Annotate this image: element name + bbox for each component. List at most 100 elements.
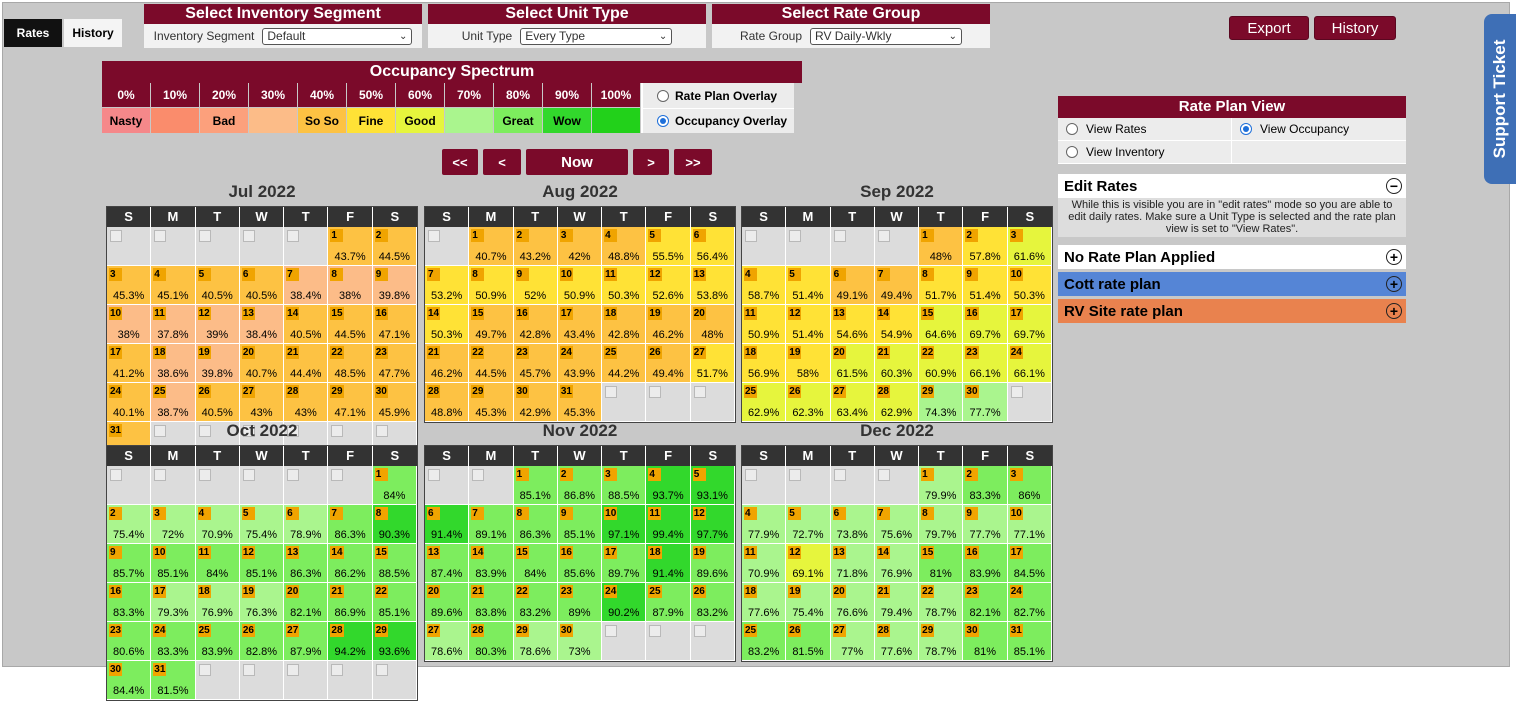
calendar-day[interactable]: 20 76.6%: [830, 583, 875, 622]
calendar-day[interactable]: 16 83.9%: [963, 544, 1008, 583]
calendar-day[interactable]: 16 83.3%: [107, 583, 152, 622]
calendar-day[interactable]: 19 75.4%: [786, 583, 831, 622]
calendar-day[interactable]: 23 66.1%: [963, 344, 1008, 383]
calendar-day[interactable]: 12 69.1%: [786, 544, 831, 583]
calendar-day[interactable]: 26 83.2%: [690, 583, 735, 622]
calendar-day[interactable]: 14 83.9%: [469, 544, 514, 583]
calendar-day[interactable]: 2 57.8%: [963, 227, 1008, 266]
calendar-day[interactable]: 21 60.3%: [874, 344, 920, 383]
calendar-day[interactable]: 21 79.4%: [874, 583, 920, 622]
calendar-day[interactable]: 15 44.5%: [328, 305, 373, 344]
calendar-day[interactable]: 19 76.3%: [239, 583, 285, 622]
calendar-day[interactable]: 15 88.5%: [372, 544, 417, 583]
calendar-day[interactable]: 26 62.3%: [786, 383, 831, 422]
calendar-day[interactable]: 31 45.3%: [557, 383, 603, 422]
plus-circle-icon[interactable]: +: [1386, 249, 1402, 265]
minus-circle-icon[interactable]: −: [1386, 178, 1402, 194]
calendar-day[interactable]: 24 43.9%: [557, 344, 603, 383]
calendar-day[interactable]: 27 78.6%: [425, 622, 470, 661]
calendar-day[interactable]: 12 51.4%: [786, 305, 831, 344]
calendar-day[interactable]: 29 47.1%: [328, 383, 373, 422]
prev-month-button[interactable]: <: [483, 149, 521, 175]
calendar-day[interactable]: 23 80.6%: [107, 622, 152, 661]
support-ticket-button[interactable]: Support Ticket: [1484, 14, 1516, 184]
calendar-day[interactable]: 31 81.5%: [151, 661, 196, 700]
calendar-day[interactable]: 25 87.9%: [646, 583, 691, 622]
calendar-day[interactable]: 30 73%: [557, 622, 603, 661]
calendar-day[interactable]: 31 85.1%: [1007, 622, 1052, 661]
calendar-day[interactable]: 23 89%: [557, 583, 603, 622]
calendar-day[interactable]: 30 84.4%: [107, 661, 152, 700]
calendar-day[interactable]: 15 81%: [919, 544, 964, 583]
calendar-day[interactable]: 28 48.8%: [425, 383, 470, 422]
rate-plan-rv-site[interactable]: RV Site rate plan +: [1058, 299, 1406, 323]
calendar-day[interactable]: 10 50.9%: [557, 266, 603, 305]
calendar-day[interactable]: 2 43.2%: [513, 227, 558, 266]
calendar-day[interactable]: 19 39.8%: [195, 344, 240, 383]
calendar-day[interactable]: 12 97.7%: [690, 505, 735, 544]
calendar-day[interactable]: 18 56.9%: [742, 344, 787, 383]
calendar-day[interactable]: 3 86%: [1007, 466, 1052, 505]
calendar-day[interactable]: 2 86.8%: [557, 466, 603, 505]
calendar-day[interactable]: 28 77.6%: [874, 622, 920, 661]
calendar-day[interactable]: 5 75.4%: [239, 505, 285, 544]
calendar-day[interactable]: 26 82.8%: [239, 622, 285, 661]
calendar-day[interactable]: 4 93.7%: [646, 466, 691, 505]
calendar-day[interactable]: 17 89.7%: [602, 544, 647, 583]
calendar-day[interactable]: 4 77.9%: [742, 505, 787, 544]
calendar-day[interactable]: 6 40.5%: [239, 266, 285, 305]
calendar-day[interactable]: 2 83.3%: [963, 466, 1008, 505]
calendar-day[interactable]: 7 75.6%: [874, 505, 920, 544]
calendar-day[interactable]: 17 43.4%: [557, 305, 603, 344]
calendar-day[interactable]: 14 50.3%: [425, 305, 470, 344]
calendar-day[interactable]: 11 50.9%: [742, 305, 787, 344]
calendar-day[interactable]: 22 44.5%: [469, 344, 514, 383]
calendar-day[interactable]: 13 38.4%: [239, 305, 285, 344]
calendar-day[interactable]: 16 69.7%: [963, 305, 1008, 344]
rate-group-select[interactable]: RV Daily-Wkly ⌄: [810, 27, 963, 45]
calendar-day[interactable]: 10 38%: [107, 305, 152, 344]
calendar-day[interactable]: 22 48.5%: [328, 344, 373, 383]
tab-rates[interactable]: Rates: [4, 19, 62, 47]
calendar-day[interactable]: 24 83.3%: [151, 622, 196, 661]
calendar-day[interactable]: 28 43%: [284, 383, 329, 422]
calendar-day[interactable]: 10 50.3%: [1007, 266, 1052, 305]
calendar-day[interactable]: 12 85.1%: [239, 544, 285, 583]
calendar-day[interactable]: 22 83.2%: [513, 583, 558, 622]
calendar-day[interactable]: 29 78.6%: [513, 622, 558, 661]
calendar-day[interactable]: 27 63.4%: [830, 383, 875, 422]
view-rates-option[interactable]: View Rates: [1058, 118, 1232, 141]
calendar-day[interactable]: 22 85.1%: [372, 583, 417, 622]
now-button[interactable]: Now: [526, 149, 628, 175]
calendar-day[interactable]: 3 72%: [151, 505, 196, 544]
rate-plan-overlay-option[interactable]: Rate Plan Overlay: [643, 83, 794, 108]
calendar-day[interactable]: 27 87.9%: [284, 622, 329, 661]
calendar-day[interactable]: 17 84.5%: [1007, 544, 1052, 583]
rate-plan-overlay-radio[interactable]: [657, 89, 669, 102]
calendar-day[interactable]: 30 45.9%: [372, 383, 417, 422]
calendar-day[interactable]: 8 90.3%: [372, 505, 417, 544]
calendar-day[interactable]: 5 40.5%: [195, 266, 240, 305]
calendar-day[interactable]: 16 47.1%: [372, 305, 417, 344]
calendar-day[interactable]: 14 76.9%: [874, 544, 920, 583]
calendar-day[interactable]: 9 39.8%: [372, 266, 417, 305]
edit-rates-header[interactable]: Edit Rates −: [1058, 174, 1406, 198]
calendar-day[interactable]: 9 85.1%: [557, 505, 603, 544]
calendar-day[interactable]: 28 62.9%: [874, 383, 920, 422]
calendar-day[interactable]: 3 42%: [557, 227, 603, 266]
calendar-day[interactable]: 25 38.7%: [151, 383, 196, 422]
view-inventory-radio[interactable]: [1066, 146, 1078, 158]
calendar-day[interactable]: 20 89.6%: [425, 583, 470, 622]
calendar-day[interactable]: 6 73.8%: [830, 505, 875, 544]
calendar-day[interactable]: 25 83.9%: [195, 622, 240, 661]
calendar-day[interactable]: 13 71.8%: [830, 544, 875, 583]
calendar-day[interactable]: 23 82.1%: [963, 583, 1008, 622]
calendar-day[interactable]: 9 52%: [513, 266, 558, 305]
plus-circle-icon[interactable]: +: [1386, 276, 1402, 292]
calendar-day[interactable]: 30 42.9%: [513, 383, 558, 422]
calendar-day[interactable]: 14 54.9%: [874, 305, 920, 344]
calendar-day[interactable]: 18 38.6%: [151, 344, 196, 383]
calendar-day[interactable]: 11 50.3%: [602, 266, 647, 305]
calendar-day[interactable]: 6 91.4%: [425, 505, 470, 544]
calendar-day[interactable]: 1 79.9%: [919, 466, 964, 505]
